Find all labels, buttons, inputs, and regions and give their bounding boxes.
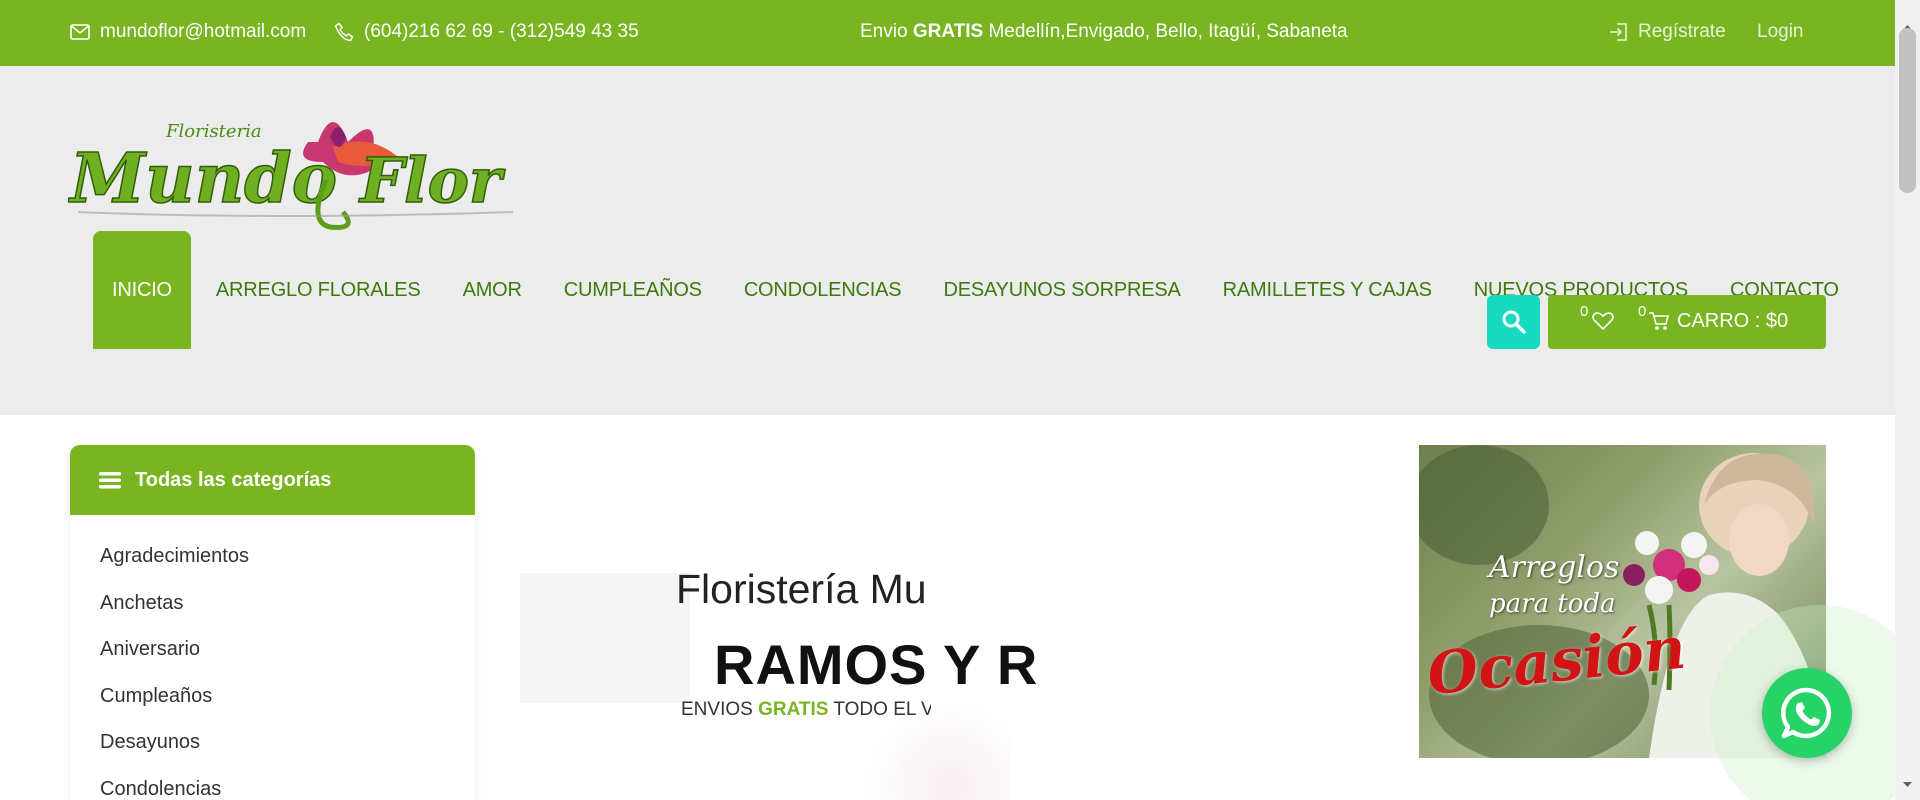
nav-desayunos-sorpresa[interactable]: DESAYUNOS SORPRESA bbox=[922, 231, 1201, 349]
heart-icon[interactable] bbox=[1592, 311, 1614, 331]
nav-ramilletes-y-cajas[interactable]: RAMILLETES Y CAJAS bbox=[1202, 231, 1453, 349]
category-item[interactable]: Desayunos bbox=[70, 731, 475, 778]
hero-tagline: ENVIOS GRATIS TODO EL VALLE DE ABURRÁ bbox=[681, 699, 931, 721]
contact-email[interactable]: mundoflor@hotmail.com bbox=[70, 21, 306, 43]
phone-icon bbox=[334, 22, 354, 42]
nav-condolencias[interactable]: CONDOLENCIAS bbox=[723, 231, 923, 349]
scroll-thumb[interactable] bbox=[1899, 28, 1916, 193]
mundo-flor-logo[interactable]: Floristeria Mundo Flor bbox=[68, 102, 538, 242]
categories-header[interactable]: Todas las categorías bbox=[70, 445, 475, 515]
nav-amor[interactable]: AMOR bbox=[442, 231, 543, 349]
hero-subtitle: RAMOS Y RAMILLETES bbox=[714, 633, 1039, 696]
email-text: mundoflor@hotmail.com bbox=[100, 21, 307, 42]
logo-main-left: Mundo bbox=[68, 139, 337, 219]
hero-title: Floristería Mundo Flor bbox=[676, 566, 924, 612]
category-item[interactable]: Condolencias bbox=[70, 778, 475, 800]
whatsapp-button[interactable] bbox=[1762, 668, 1852, 758]
cart-count: 0 bbox=[1638, 303, 1647, 320]
site-header: Floristeria Mundo Flor INICIO ARREGLO FL… bbox=[0, 66, 1895, 415]
top-bar: mundoflor@hotmail.com (604)216 62 69 - (… bbox=[0, 0, 1895, 66]
categories-list: Agradecimientos Anchetas Aniversario Cum… bbox=[70, 515, 475, 800]
categories-title: Todas las categorías bbox=[135, 468, 332, 491]
register-label: Regístrate bbox=[1638, 21, 1726, 42]
nav-arreglo-florales[interactable]: ARREGLO FLORALES bbox=[195, 231, 442, 349]
shipping-cities: Medellín,Envigado, Bello, Itagüí, Sabane… bbox=[983, 21, 1348, 42]
cart-bar[interactable]: 0 0 CARRO : $0 bbox=[1548, 295, 1826, 349]
logo-main-right: Flor bbox=[358, 144, 506, 217]
contact-phone[interactable]: (604)216 62 69 - (312)549 43 35 bbox=[334, 21, 639, 43]
tag-prefix: ENVIOS bbox=[681, 699, 759, 720]
categories-panel: Todas las categorías Agradecimientos Anc… bbox=[70, 445, 475, 800]
slide-placeholder bbox=[520, 573, 690, 703]
cart-label: CARRO : $0 bbox=[1677, 310, 1789, 332]
login-link[interactable]: Login bbox=[1757, 21, 1804, 43]
mail-icon bbox=[70, 24, 90, 40]
category-item[interactable]: Anchetas bbox=[70, 592, 475, 639]
menu-icon bbox=[99, 472, 121, 489]
cart-icon[interactable] bbox=[1648, 311, 1670, 331]
tag-green: GRATIS bbox=[758, 699, 829, 720]
search-icon bbox=[1502, 310, 1526, 334]
tag-rest: TODO EL VALLE DE ABURRÁ bbox=[833, 699, 931, 720]
promo-line-1: Arreglos bbox=[1489, 550, 1620, 585]
register-link[interactable]: Regístrate bbox=[1608, 21, 1726, 43]
page-scrollbar[interactable] bbox=[1895, 0, 1920, 800]
shipping-bold: GRATIS bbox=[912, 21, 984, 42]
wishlist-count: 0 bbox=[1580, 303, 1589, 320]
search-button[interactable] bbox=[1487, 295, 1540, 349]
hero-slider[interactable]: Floristería Mundo Flor RAMOS Y RAMILLETE… bbox=[520, 445, 1410, 800]
free-shipping-notice: Envio GRATIS Medellín,Envigado, Bello, I… bbox=[860, 21, 1348, 43]
nav-inicio[interactable]: INICIO bbox=[93, 231, 191, 349]
category-item[interactable]: Cumpleaños bbox=[70, 685, 475, 732]
promo-line-2: para toda bbox=[1489, 589, 1616, 619]
whatsapp-icon bbox=[1780, 687, 1832, 739]
category-item[interactable]: Agradecimientos bbox=[70, 545, 475, 592]
category-item[interactable]: Aniversario bbox=[70, 638, 475, 685]
nav-cumpleanos[interactable]: CUMPLEAÑOS bbox=[543, 231, 723, 349]
sign-in-icon bbox=[1610, 23, 1627, 41]
scroll-down-arrow-icon[interactable] bbox=[1895, 775, 1920, 795]
shipping-prefix: Envio bbox=[860, 21, 913, 42]
phone-text: (604)216 62 69 - (312)549 43 35 bbox=[364, 21, 639, 42]
